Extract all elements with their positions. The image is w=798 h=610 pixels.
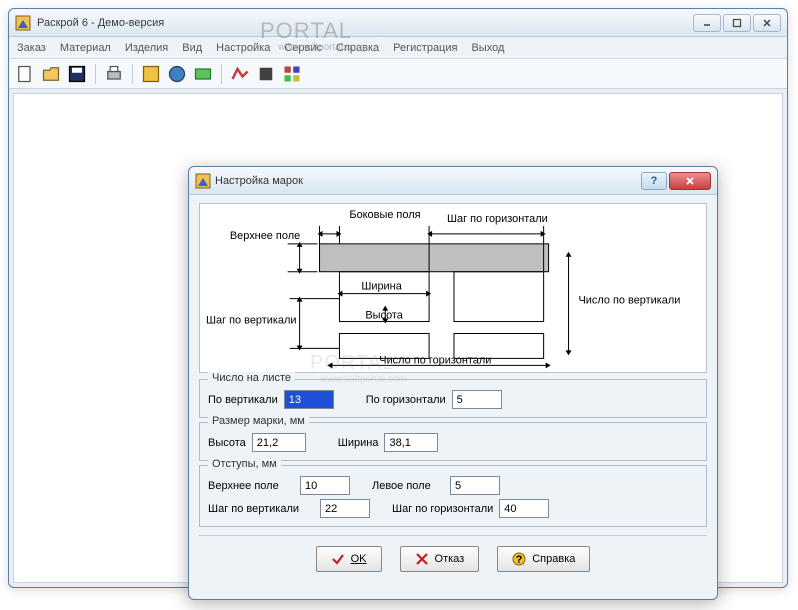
dialog-app-icon bbox=[195, 173, 211, 189]
diag-label-width: Ширина bbox=[361, 281, 402, 293]
tool-icon[interactable] bbox=[256, 64, 276, 84]
toolbar-separator bbox=[95, 64, 96, 84]
diag-label-top: Верхнее поле bbox=[230, 230, 300, 242]
close-button[interactable] bbox=[753, 14, 781, 32]
group-size: Размер марки, мм Высота Ширина bbox=[199, 422, 707, 461]
menu-settings[interactable]: Настройка bbox=[216, 42, 270, 54]
minimize-button[interactable] bbox=[693, 14, 721, 32]
diagram: Боковые поля Верхнее поле Шаг по горизон… bbox=[199, 203, 707, 373]
cancel-label: Отказ bbox=[435, 553, 465, 565]
titlebar: Раскрой 6 - Демо-версия bbox=[9, 9, 787, 37]
new-icon[interactable] bbox=[15, 64, 35, 84]
menu-help[interactable]: Справка bbox=[336, 42, 379, 54]
diag-label-stepv: Шаг по вертикали bbox=[206, 315, 297, 327]
ok-button[interactable]: OK bbox=[316, 546, 382, 572]
window-title: Раскрой 6 - Демо-версия bbox=[37, 17, 693, 29]
tool-icon[interactable] bbox=[167, 64, 187, 84]
help-button[interactable]: ? Справка bbox=[497, 546, 590, 572]
input-count-h[interactable] bbox=[452, 390, 502, 409]
tool-icon[interactable] bbox=[282, 64, 302, 84]
question-icon: ? bbox=[512, 552, 526, 566]
menu-material[interactable]: Материал bbox=[60, 42, 111, 54]
input-margin-left[interactable] bbox=[450, 476, 500, 495]
dialog-button-bar: OK Отказ ? Справка bbox=[199, 535, 707, 572]
dialog-title: Настройка марок bbox=[215, 175, 641, 187]
label-step-h: Шаг по горизонтали bbox=[392, 503, 493, 515]
label-size-h: Высота bbox=[208, 437, 246, 449]
svg-text:?: ? bbox=[516, 554, 523, 566]
window-buttons bbox=[693, 14, 781, 32]
diag-label-height: Высота bbox=[365, 310, 403, 322]
input-step-h[interactable] bbox=[499, 499, 549, 518]
toolbar-separator bbox=[132, 64, 133, 84]
tool-icon[interactable] bbox=[193, 64, 213, 84]
tool-icon[interactable] bbox=[230, 64, 250, 84]
label-margin-top: Верхнее поле bbox=[208, 480, 294, 492]
tool-icon[interactable] bbox=[141, 64, 161, 84]
diag-label-countv: Число по вертикали bbox=[578, 295, 680, 307]
toolbar bbox=[9, 59, 787, 89]
save-icon[interactable] bbox=[67, 64, 87, 84]
menu-products[interactable]: Изделия bbox=[125, 42, 168, 54]
input-step-v[interactable] bbox=[320, 499, 370, 518]
diag-label-side: Боковые поля bbox=[349, 209, 420, 221]
input-count-v[interactable] bbox=[284, 390, 334, 409]
label-step-v: Шаг по вертикали bbox=[208, 503, 314, 515]
cross-icon bbox=[415, 552, 429, 566]
ok-label: OK bbox=[351, 553, 367, 565]
check-icon bbox=[331, 552, 345, 566]
input-margin-top[interactable] bbox=[300, 476, 350, 495]
group-count: Число на листе По вертикали По горизонта… bbox=[199, 379, 707, 418]
dialog-marks-settings: Настройка марок ? bbox=[188, 166, 718, 600]
input-size-h[interactable] bbox=[252, 433, 306, 452]
dialog-titlebar: Настройка марок ? bbox=[189, 167, 717, 195]
label-count-h: По горизонтали bbox=[366, 394, 446, 406]
help-label: Справка bbox=[532, 553, 575, 565]
dialog-close-button[interactable] bbox=[669, 172, 711, 190]
dialog-help-button[interactable]: ? bbox=[641, 172, 667, 190]
group-margins-title: Отступы, мм bbox=[208, 458, 281, 470]
open-icon[interactable] bbox=[41, 64, 61, 84]
app-icon bbox=[15, 15, 31, 31]
label-margin-left: Левое поле bbox=[372, 480, 444, 492]
group-margins: Отступы, мм Верхнее поле Левое поле Шаг … bbox=[199, 465, 707, 527]
menu-register[interactable]: Регистрация bbox=[393, 42, 457, 54]
label-count-v: По вертикали bbox=[208, 394, 278, 406]
cancel-button[interactable]: Отказ bbox=[400, 546, 480, 572]
menu-order[interactable]: Заказ bbox=[17, 42, 46, 54]
menu-exit[interactable]: Выход bbox=[471, 42, 504, 54]
menu-service[interactable]: Сервис bbox=[284, 42, 322, 54]
maximize-button[interactable] bbox=[723, 14, 751, 32]
label-size-w: Ширина bbox=[338, 437, 379, 449]
input-size-w[interactable] bbox=[384, 433, 438, 452]
group-size-title: Размер марки, мм bbox=[208, 415, 309, 427]
group-count-title: Число на листе bbox=[208, 372, 295, 384]
menu-view[interactable]: Вид bbox=[182, 42, 202, 54]
print-icon[interactable] bbox=[104, 64, 124, 84]
diag-label-counth: Число по горизонтали bbox=[379, 354, 491, 366]
toolbar-separator bbox=[221, 64, 222, 84]
menubar: Заказ Материал Изделия Вид Настройка Сер… bbox=[9, 37, 787, 59]
diag-label-steph: Шаг по горизонтали bbox=[447, 213, 548, 225]
